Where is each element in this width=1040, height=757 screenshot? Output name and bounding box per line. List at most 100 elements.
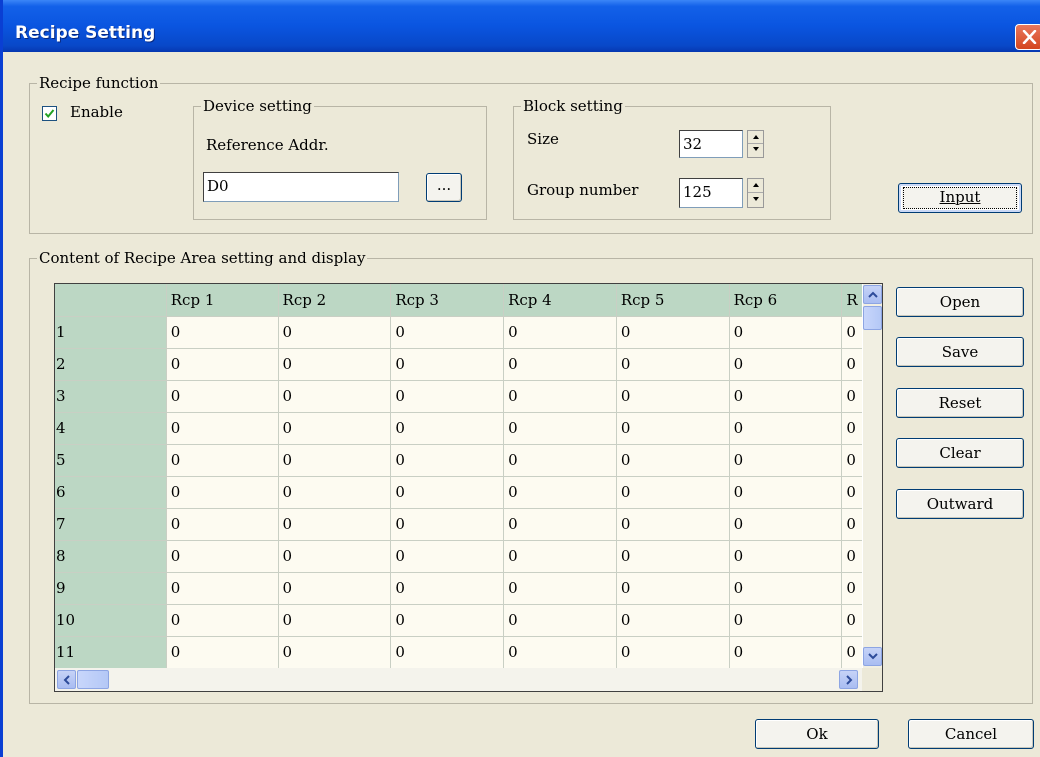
grid-cell[interactable]: 0	[278, 316, 392, 349]
grid-cell[interactable]: 0	[616, 444, 730, 477]
grid-cell[interactable]: 0	[729, 412, 843, 445]
grid-cell[interactable]: 0	[503, 412, 617, 445]
size-spin-down[interactable]	[748, 144, 763, 157]
grid-cell[interactable]: 0	[278, 380, 392, 413]
grid-cell[interactable]: 0	[616, 540, 730, 573]
vertical-scrollbar[interactable]	[862, 284, 882, 668]
column-header[interactable]: Rcp 1	[166, 284, 279, 317]
grid-cell[interactable]: 0	[390, 412, 505, 445]
group-number-spinner[interactable]	[747, 178, 764, 208]
grid-cell[interactable]: 0	[390, 572, 505, 605]
grid-cell[interactable]: 0	[729, 380, 843, 413]
clear-button[interactable]: Clear	[896, 438, 1024, 468]
size-input[interactable]: 32	[679, 130, 743, 158]
grid-cell[interactable]: 0	[166, 636, 279, 669]
grid-cell[interactable]: 0	[390, 604, 505, 637]
enable-checkbox[interactable]	[42, 106, 57, 121]
row-header[interactable]: 7	[55, 508, 167, 541]
group-spin-down[interactable]	[748, 193, 763, 207]
grid-cell[interactable]: 0	[729, 636, 843, 669]
size-spinner[interactable]	[747, 130, 764, 158]
grid-cell[interactable]: 0	[503, 380, 617, 413]
row-header[interactable]: 11	[55, 636, 167, 669]
grid-cell[interactable]: 0	[166, 572, 279, 605]
outward-button[interactable]: Outward	[896, 489, 1024, 519]
open-button[interactable]: Open	[896, 287, 1024, 317]
vertical-scroll-thumb[interactable]	[863, 306, 882, 330]
column-header[interactable]: Rcp 4	[503, 284, 617, 317]
scroll-up-button[interactable]	[863, 285, 882, 304]
grid-cell[interactable]: 0	[278, 604, 392, 637]
size-spin-up[interactable]	[748, 131, 763, 144]
grid-cell[interactable]: 0	[503, 572, 617, 605]
grid-cell[interactable]: 0	[729, 508, 843, 541]
grid-cell[interactable]: 0	[390, 540, 505, 573]
grid-cell[interactable]: 0	[503, 508, 617, 541]
grid-cell[interactable]: 0	[616, 508, 730, 541]
scroll-down-button[interactable]	[863, 647, 882, 666]
reference-addr-input[interactable]: D0	[203, 172, 399, 202]
grid-cell[interactable]: 0	[616, 316, 730, 349]
grid-cell[interactable]: 0	[390, 380, 505, 413]
grid-cell[interactable]: 0	[166, 604, 279, 637]
close-button[interactable]	[1015, 24, 1040, 50]
grid-cell[interactable]: 0	[503, 316, 617, 349]
scroll-right-button[interactable]	[839, 670, 858, 689]
grid-cell[interactable]: 0	[278, 508, 392, 541]
row-header[interactable]: 5	[55, 444, 167, 477]
grid-cell[interactable]: 0	[390, 508, 505, 541]
grid-cell[interactable]: 0	[166, 540, 279, 573]
grid-cell[interactable]: 0	[616, 380, 730, 413]
column-header[interactable]: Rcp 6	[729, 284, 843, 317]
grid-cell[interactable]: 0	[390, 348, 505, 381]
title-bar[interactable]: Recipe Setting	[3, 0, 1040, 52]
grid-cell[interactable]: 0	[729, 316, 843, 349]
row-header[interactable]: 8	[55, 540, 167, 573]
grid-cell[interactable]: 0	[616, 348, 730, 381]
grid-cell[interactable]: 0	[278, 444, 392, 477]
grid-cell[interactable]: 0	[166, 348, 279, 381]
horizontal-scroll-thumb[interactable]	[77, 670, 109, 689]
grid-cell[interactable]: 0	[390, 444, 505, 477]
grid-cell[interactable]: 0	[616, 604, 730, 637]
grid-cell[interactable]: 0	[503, 540, 617, 573]
grid-cell[interactable]: 0	[166, 508, 279, 541]
grid-cell[interactable]: 0	[503, 348, 617, 381]
grid-cell[interactable]: 0	[166, 444, 279, 477]
grid-cell[interactable]: 0	[729, 540, 843, 573]
grid-cell[interactable]: 0	[166, 476, 279, 509]
column-header[interactable]: Rcp 2	[278, 284, 392, 317]
row-header[interactable]: 4	[55, 412, 167, 445]
save-button[interactable]: Save	[896, 337, 1024, 367]
group-spin-up[interactable]	[748, 179, 763, 193]
row-header[interactable]: 1	[55, 316, 167, 349]
ok-button[interactable]: Ok	[755, 719, 879, 749]
grid-cell[interactable]: 0	[390, 636, 505, 669]
grid-cell[interactable]: 0	[729, 572, 843, 605]
column-header[interactable]: Rcp 3	[390, 284, 505, 317]
grid-cell[interactable]: 0	[278, 540, 392, 573]
grid-cell[interactable]: 0	[503, 476, 617, 509]
cancel-button[interactable]: Cancel	[908, 719, 1034, 749]
grid-cell[interactable]: 0	[278, 572, 392, 605]
grid-cell[interactable]: 0	[616, 636, 730, 669]
grid-cell[interactable]: 0	[503, 444, 617, 477]
grid-cell[interactable]: 0	[503, 636, 617, 669]
row-header[interactable]: 9	[55, 572, 167, 605]
grid-cell[interactable]: 0	[503, 604, 617, 637]
row-header[interactable]: 3	[55, 380, 167, 413]
grid-cell[interactable]: 0	[166, 380, 279, 413]
scroll-left-button[interactable]	[57, 670, 76, 689]
grid-cell[interactable]: 0	[278, 412, 392, 445]
grid-cell[interactable]: 0	[390, 476, 505, 509]
grid-cell[interactable]: 0	[166, 316, 279, 349]
input-button[interactable]: Input	[898, 183, 1022, 213]
horizontal-scrollbar[interactable]	[55, 668, 862, 691]
grid-cell[interactable]: 0	[616, 412, 730, 445]
grid-cell[interactable]: 0	[616, 476, 730, 509]
group-number-input[interactable]: 125	[679, 178, 743, 208]
row-header[interactable]: 2	[55, 348, 167, 381]
column-header[interactable]: Rcp 5	[616, 284, 730, 317]
grid-cell[interactable]: 0	[278, 636, 392, 669]
grid-cell[interactable]: 0	[278, 348, 392, 381]
